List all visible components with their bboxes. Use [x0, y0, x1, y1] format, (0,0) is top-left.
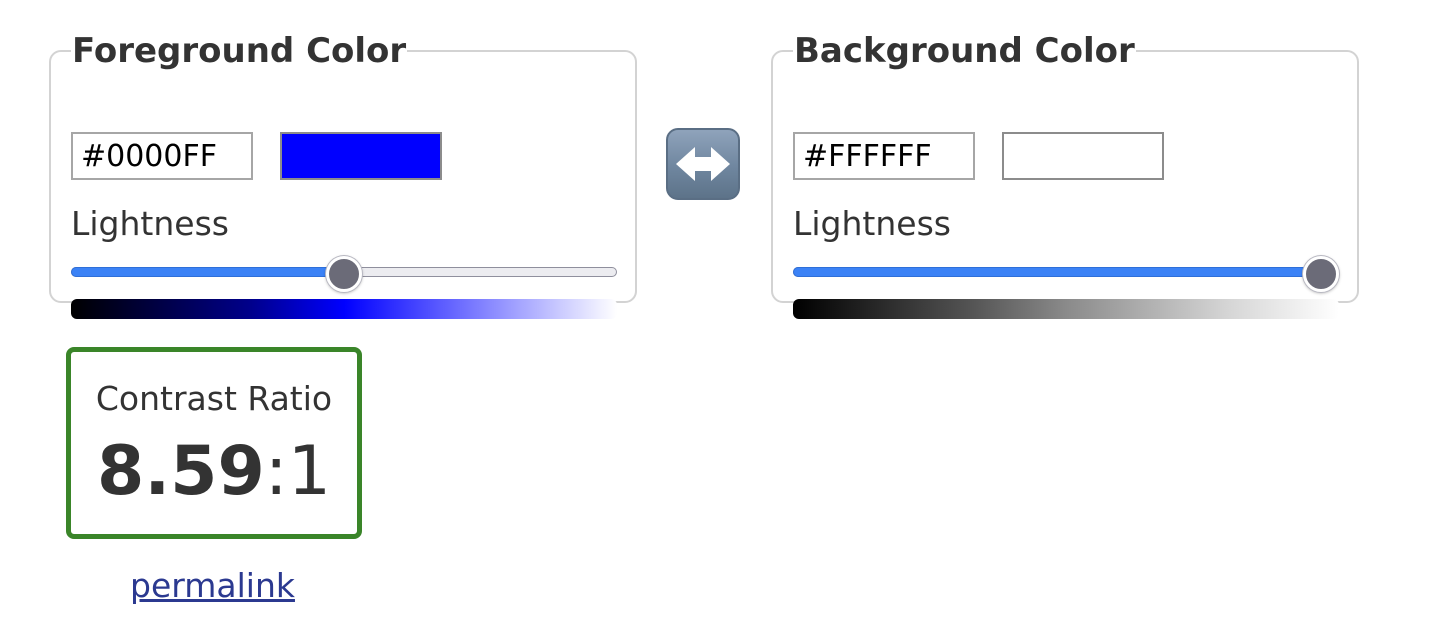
background-hex-input[interactable] [793, 132, 975, 180]
swap-colors-button[interactable] [666, 128, 740, 200]
background-lightness-label: Lightness [793, 204, 951, 243]
slider-thumb[interactable] [1303, 256, 1339, 292]
contrast-ratio-value: 8.59:1 [71, 434, 357, 510]
background-lightness-slider[interactable] [793, 256, 1339, 292]
slider-fill [71, 267, 344, 277]
foreground-lightness-label: Lightness [71, 204, 229, 243]
background-color-legend: Background Color [794, 31, 1135, 71]
foreground-lightness-slider[interactable] [71, 256, 617, 292]
permalink-link[interactable]: permalink [130, 566, 295, 606]
contrast-ratio-title: Contrast Ratio [95, 379, 333, 418]
slider-thumb[interactable] [326, 256, 362, 292]
left-right-arrow-icon [676, 147, 730, 181]
foreground-lightness-gradient [71, 299, 617, 319]
foreground-color-legend: Foreground Color [72, 31, 407, 71]
contrast-ratio-separator: : [264, 432, 288, 511]
background-color-swatch[interactable] [1002, 132, 1164, 180]
contrast-checker: Foreground Color Lightness Background Co… [0, 0, 1434, 622]
foreground-color-swatch[interactable] [280, 132, 442, 180]
foreground-color-panel: Foreground Color Lightness [49, 31, 637, 319]
contrast-ratio-box: Contrast Ratio 8.59:1 [66, 347, 362, 539]
contrast-ratio-number: 8.59 [97, 432, 265, 511]
background-lightness-gradient [793, 299, 1339, 319]
slider-fill [793, 267, 1339, 277]
contrast-ratio-suffix: 1 [287, 432, 331, 511]
foreground-hex-input[interactable] [71, 132, 253, 180]
background-color-panel: Background Color Lightness [771, 31, 1359, 319]
